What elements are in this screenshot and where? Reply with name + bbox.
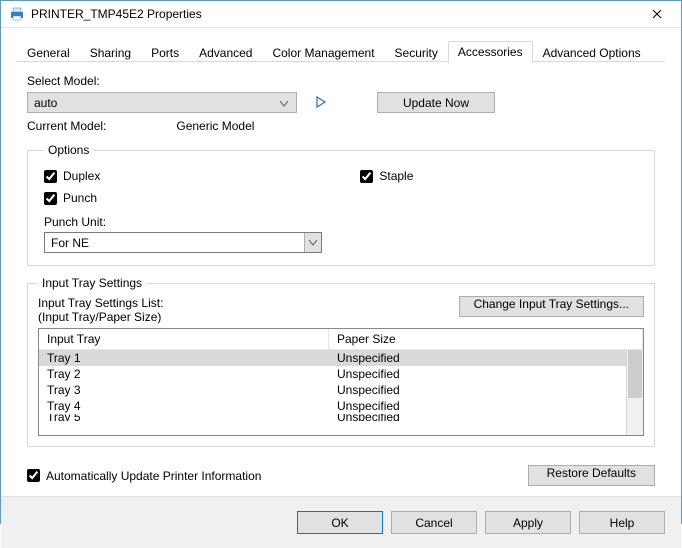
options-group: Options Duplex Staple Punch Punch Unit: … [27, 143, 655, 266]
duplex-checkbox[interactable]: Duplex [44, 169, 100, 183]
table-row[interactable]: Tray 2 Unspecified [39, 366, 643, 382]
current-model-value: Generic Model [176, 119, 254, 133]
table-row[interactable]: Tray 4 Unspecified [39, 398, 643, 414]
auto-update-checkbox[interactable]: Automatically Update Printer Information [27, 469, 261, 483]
staple-checkbox[interactable]: Staple [360, 169, 413, 183]
dialog-button-bar: OK Cancel Apply Help [1, 496, 681, 548]
current-model-label: Current Model: [27, 119, 106, 133]
titlebar: PRINTER_TMP45E2 Properties [1, 1, 681, 28]
tab-advanced-options[interactable]: Advanced Options [533, 42, 651, 63]
restore-defaults-button[interactable]: Restore Defaults [528, 465, 655, 486]
properties-dialog: PRINTER_TMP45E2 Properties General Shari… [0, 0, 682, 524]
scrollbar[interactable] [626, 350, 643, 435]
table-row[interactable]: Tray 3 Unspecified [39, 382, 643, 398]
window-title: PRINTER_TMP45E2 Properties [31, 7, 637, 21]
chevron-down-icon [304, 233, 321, 252]
tray-list-sublabel: (Input Tray/Paper Size) [38, 310, 163, 324]
punch-unit-label: Punch Unit: [44, 215, 638, 229]
tab-strip: General Sharing Ports Advanced Color Man… [1, 28, 681, 62]
cancel-button[interactable]: Cancel [391, 511, 477, 534]
model-select[interactable]: auto [27, 92, 297, 113]
tab-ports[interactable]: Ports [141, 42, 189, 63]
select-model-label: Select Model: [27, 74, 655, 88]
punch-unit-value: For NE [51, 236, 89, 250]
apply-button[interactable]: Apply [485, 511, 571, 534]
col-input-tray[interactable]: Input Tray [39, 329, 329, 349]
punch-unit-select[interactable]: For NE [44, 232, 322, 253]
change-tray-button[interactable]: Change Input Tray Settings... [459, 296, 644, 317]
tray-legend: Input Tray Settings [38, 276, 146, 290]
play-icon[interactable] [315, 95, 327, 111]
tab-security[interactable]: Security [385, 42, 448, 63]
table-row[interactable]: Tray 1 Unspecified [39, 350, 643, 366]
tab-accessories[interactable]: Accessories [448, 41, 533, 63]
printer-icon [9, 6, 25, 22]
punch-checkbox[interactable]: Punch [44, 191, 638, 205]
tray-group: Input Tray Settings Input Tray Settings … [27, 276, 655, 447]
tab-advanced[interactable]: Advanced [189, 42, 262, 63]
tray-table: Input Tray Paper Size Tray 1 Unspecified… [38, 328, 644, 436]
col-paper-size[interactable]: Paper Size [329, 329, 643, 349]
tray-list-label: Input Tray Settings List: [38, 296, 163, 310]
table-row[interactable]: Tray 5 Unspecified [39, 414, 643, 421]
tab-sharing[interactable]: Sharing [80, 42, 141, 63]
chevron-down-icon [276, 96, 292, 110]
model-select-value: auto [34, 96, 57, 110]
tab-color-management[interactable]: Color Management [262, 42, 384, 63]
options-legend: Options [44, 143, 93, 157]
tray-table-header: Input Tray Paper Size [39, 329, 643, 350]
ok-button[interactable]: OK [297, 511, 383, 534]
close-button[interactable] [637, 1, 677, 27]
scrollbar-thumb[interactable] [628, 350, 642, 398]
tab-general[interactable]: General [17, 42, 80, 63]
update-now-button[interactable]: Update Now [377, 92, 495, 113]
help-button[interactable]: Help [579, 511, 665, 534]
